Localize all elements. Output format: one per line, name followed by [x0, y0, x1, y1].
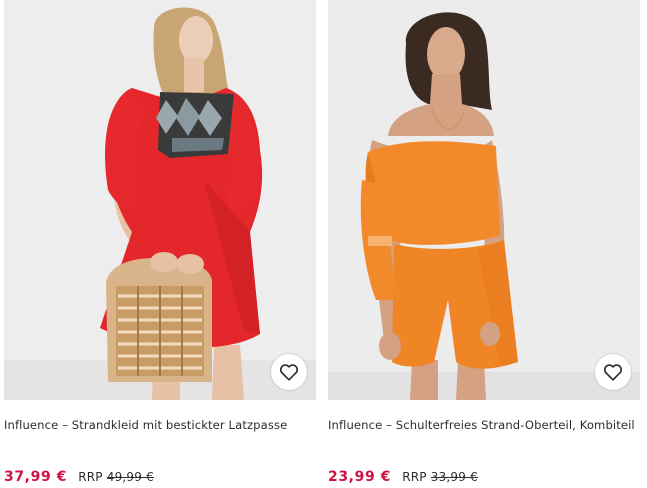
rrp-price: RRP 49,99 €: [78, 470, 154, 484]
heart-outline-icon: [279, 364, 299, 381]
product-grid: Influence – Strandkleid mit bestickter L…: [0, 0, 647, 488]
product-title-link[interactable]: Influence – Schulterfreies Strand-Oberte…: [328, 417, 647, 433]
current-price: 37,99 €: [4, 469, 68, 485]
current-price: 23,99 €: [328, 469, 392, 485]
save-for-later-button[interactable]: [271, 354, 307, 390]
product-price: 37,99 € RRP 49,99 €: [4, 466, 154, 485]
product-price: 23,99 € RRP 33,99 €: [328, 466, 478, 485]
product-card[interactable]: Influence – Strandkleid mit bestickter L…: [4, 0, 316, 485]
previous-price: 49,99 €: [106, 470, 154, 484]
product-photo[interactable]: [4, 0, 316, 400]
product-card[interactable]: Influence – Schulterfreies Strand-Oberte…: [328, 0, 640, 485]
product-image-link[interactable]: [328, 0, 640, 400]
previous-price: 33,99 €: [430, 470, 478, 484]
product-title-link[interactable]: Influence – Strandkleid mit bestickter L…: [4, 417, 324, 433]
rrp-label: RRP: [78, 470, 103, 484]
save-for-later-button[interactable]: [595, 354, 631, 390]
heart-outline-icon: [603, 364, 623, 381]
rrp-label: RRP: [402, 470, 427, 484]
product-photo[interactable]: [328, 0, 640, 400]
product-image-link[interactable]: [4, 0, 316, 400]
rrp-price: RRP 33,99 €: [402, 470, 478, 484]
